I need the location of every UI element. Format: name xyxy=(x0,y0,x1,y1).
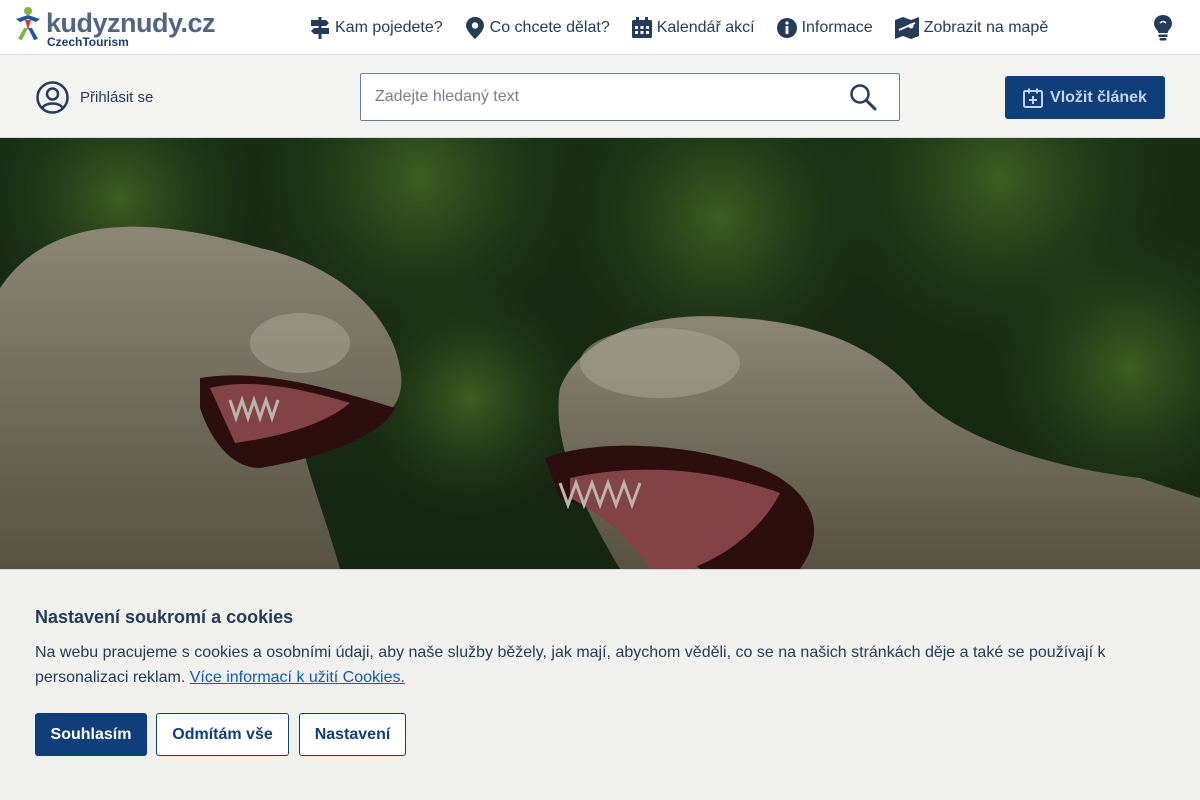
hero-image xyxy=(0,138,1200,569)
nav-item-co-chcete-delat[interactable]: Co chcete dělat? xyxy=(465,17,610,39)
add-article-label: Vložit článek xyxy=(1050,88,1147,106)
cookie-text: Na webu pracujeme s cookies a osobními ú… xyxy=(35,640,1170,690)
info-icon xyxy=(776,18,797,38)
signpost-icon xyxy=(311,17,329,39)
nav-item-zobrazit-na-mape[interactable]: Zobrazit na mapě xyxy=(894,17,1049,39)
reject-all-button[interactable]: Odmítám vše xyxy=(156,713,289,756)
search-box xyxy=(360,73,900,121)
lightbulb-icon[interactable] xyxy=(1152,14,1174,42)
logo-figure-icon xyxy=(16,7,40,40)
logo-name: kudyznudy.cz xyxy=(46,8,216,38)
nav-label: Co chcete dělat? xyxy=(489,19,610,36)
nav-item-kalendar-akci[interactable]: Kalendář akcí xyxy=(631,17,755,39)
nav-item-informace[interactable]: Informace xyxy=(776,17,873,39)
user-circle-icon xyxy=(36,81,69,114)
search-input[interactable] xyxy=(375,74,835,120)
calendar-icon xyxy=(631,17,652,38)
calendar-plus-icon xyxy=(1023,88,1044,108)
cookie-more-info-link[interactable]: Více informací k užití Cookies. xyxy=(190,669,405,686)
nav-item-kam-pojedete[interactable]: Kam pojedete? xyxy=(310,17,443,39)
accept-cookies-button[interactable]: Souhlasím xyxy=(35,713,147,756)
login-link[interactable]: Přihlásit se xyxy=(36,81,153,114)
nav-label: Kalendář akcí xyxy=(656,19,755,36)
dinosaur-statues-photo xyxy=(0,138,1200,569)
login-label: Přihlásit se xyxy=(80,89,154,106)
map-icon xyxy=(894,17,919,39)
cookie-title: Nastavení soukromí a cookies xyxy=(35,607,294,627)
add-article-button[interactable]: Vložit článek xyxy=(1005,76,1165,119)
search-icon[interactable] xyxy=(849,83,877,111)
nav-label: Kam pojedete? xyxy=(335,19,443,36)
cookie-consent-panel: Nastavení soukromí a cookies Na webu pra… xyxy=(0,569,1200,800)
nav-label: Informace xyxy=(801,19,873,36)
site-logo[interactable]: kudyznudy.cz CzechTourism xyxy=(14,6,216,50)
main-menu: Kam pojedete? Co chcete dělat? Kalendář … xyxy=(310,14,1070,42)
map-pin-icon xyxy=(465,17,484,39)
account-search-bar: Přihlásit se Vložit článek xyxy=(0,55,1200,138)
logo-subtitle: CzechTourism xyxy=(47,35,129,49)
nav-label: Zobrazit na mapě xyxy=(923,19,1049,36)
cookie-settings-button[interactable]: Nastavení xyxy=(299,713,406,756)
top-navigation-bar: kudyznudy.cz CzechTourism Kam pojedete? … xyxy=(0,0,1200,55)
